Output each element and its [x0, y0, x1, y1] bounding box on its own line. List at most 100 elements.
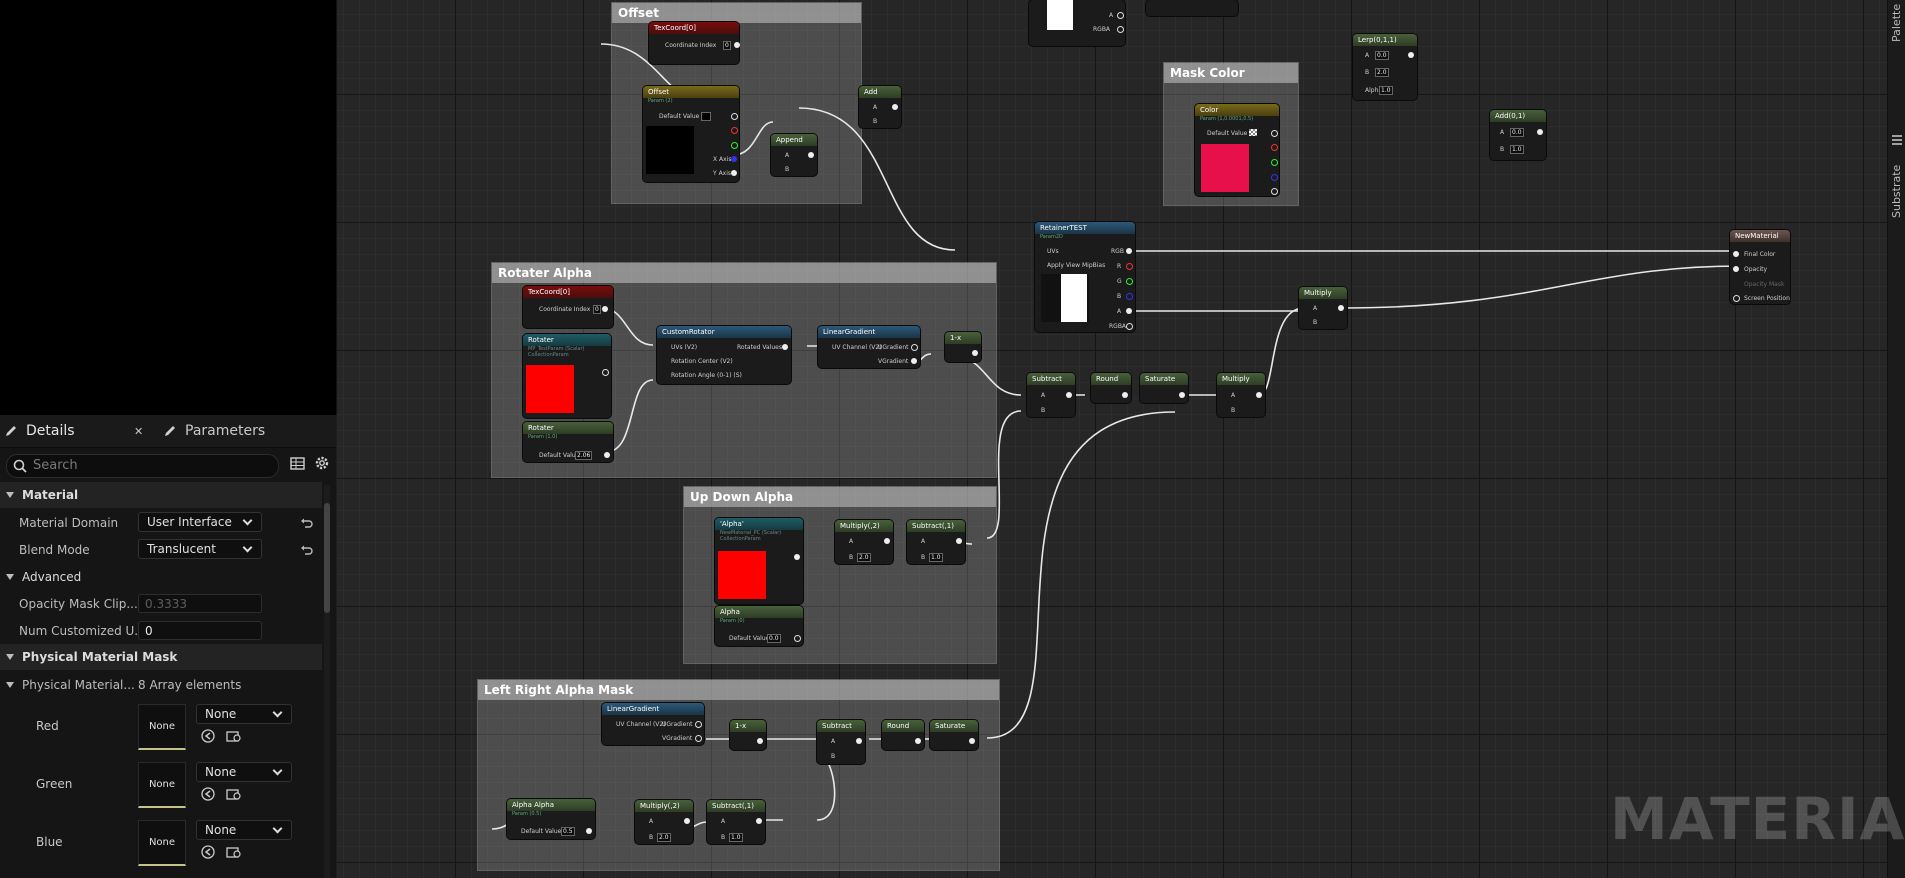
output-pin[interactable] [586, 828, 592, 834]
browse-folder-icon[interactable] [226, 845, 241, 859]
material-domain-dropdown[interactable]: User Interface [138, 512, 262, 532]
output-pin[interactable] [972, 350, 978, 356]
value-field[interactable]: 0.0 [1510, 128, 1524, 137]
asset-thumbnail[interactable]: None [138, 820, 186, 866]
value-field[interactable]: 1.0 [729, 833, 743, 842]
gear-icon[interactable] [314, 455, 330, 471]
node-append[interactable]: Append A B [771, 134, 817, 176]
node-rotater-collection[interactable]: Rotater MP_TestParam (Scalar) Collection… [523, 334, 611, 418]
input-pin[interactable] [1733, 251, 1739, 257]
output-pin[interactable] [695, 735, 702, 742]
output-pin[interactable] [1271, 130, 1278, 137]
output-pin-a[interactable] [731, 170, 737, 176]
node-retainer-test[interactable]: RetainerTEST Param2D UVs Apply View MipB… [1035, 222, 1135, 332]
node-one-minus-2[interactable]: 1-x [730, 720, 766, 750]
reset-arrow-icon[interactable] [300, 517, 313, 528]
use-selected-icon[interactable] [201, 729, 215, 743]
value-field[interactable]: 2.0 [857, 553, 871, 562]
section-advanced[interactable]: Advanced [0, 563, 322, 590]
browse-folder-icon[interactable] [226, 729, 241, 743]
node-multiply-2[interactable]: Multiply A B [1217, 373, 1265, 417]
output-pin-r[interactable] [1126, 263, 1133, 270]
node-offset-param[interactable]: Offset Param (2) Default Value X Axis Y … [643, 86, 739, 182]
node-new-material[interactable]: NewMaterial Final Color Opacity Opacity … [1730, 230, 1790, 304]
input-pin[interactable] [1733, 295, 1740, 302]
output-pin[interactable] [1122, 392, 1128, 398]
node-lerp[interactable]: Lerp(0,1,1) A 0.0 B 2.0 Alpha 1.0 [1353, 34, 1417, 100]
tab-parameters[interactable]: Parameters [163, 415, 265, 447]
table-view-icon[interactable] [290, 456, 305, 471]
coordinate-index-field[interactable]: 0 [723, 41, 731, 50]
output-pin[interactable] [695, 721, 702, 728]
node-custom-rotator[interactable]: CustomRotator UVs (V2) Rotation Center (… [657, 326, 791, 384]
output-pin[interactable] [911, 358, 917, 364]
browse-folder-icon[interactable] [226, 787, 241, 801]
node-saturate[interactable]: Saturate [1140, 373, 1188, 403]
material-graph-canvas[interactable]: Offset Mask Color Rotater Alpha Up Down … [337, 0, 1905, 878]
output-pin[interactable] [756, 818, 762, 824]
asset-dropdown[interactable]: None [196, 820, 292, 840]
output-pin[interactable] [808, 152, 814, 158]
node-multiply-3[interactable]: Multiply(,2) A B 2.0 [835, 520, 893, 564]
preview-viewport[interactable] [0, 0, 337, 415]
value-field[interactable]: 0.0 [1375, 51, 1389, 60]
output-pin-g[interactable] [1271, 159, 1278, 166]
output-pin[interactable] [915, 738, 921, 744]
output-pin[interactable] [1117, 26, 1124, 33]
color-swatch[interactable] [701, 112, 711, 121]
value-field[interactable]: 1.0 [1510, 145, 1524, 154]
output-pin[interactable] [794, 554, 800, 560]
node-top-right[interactable] [1146, 0, 1238, 16]
node-round[interactable]: Round [1091, 373, 1131, 403]
num-customized-uv-field[interactable]: 0 [138, 621, 262, 640]
tab-palette[interactable]: Palette [1890, 4, 1903, 42]
input-pin[interactable] [1733, 266, 1739, 272]
output-pin[interactable] [734, 42, 740, 48]
section-physical-material-mask[interactable]: Physical Material Mask [0, 644, 322, 670]
search-input[interactable]: Search [6, 454, 279, 478]
output-pin-b[interactable] [1126, 293, 1133, 300]
close-icon[interactable]: ✕ [134, 415, 143, 447]
node-subtract-4[interactable]: Subtract(,1) A B 1.0 [707, 800, 765, 844]
output-pin-r[interactable] [1271, 144, 1278, 151]
node-multiply[interactable]: Multiply A B [1299, 287, 1347, 329]
output-pin[interactable] [794, 635, 801, 642]
output-pin-b[interactable] [1271, 174, 1278, 181]
asset-thumbnail[interactable]: None [138, 704, 186, 750]
node-alpha-alpha-param[interactable]: Alpha Alpha Param (0.5) Default Value 0.… [507, 799, 595, 839]
value-field[interactable]: 1.0 [1379, 86, 1393, 95]
output-pin[interactable] [969, 738, 975, 744]
prop-physical-material[interactable]: Physical Material... 8 Array elements [0, 671, 322, 698]
node-one-minus[interactable]: 1-x [945, 332, 981, 362]
node-color-param[interactable]: Color Param (1,0.0001,0.5) Default Value [1195, 104, 1279, 196]
blend-mode-dropdown[interactable]: Translucent [138, 539, 262, 559]
value-field[interactable]: 2.0 [657, 833, 671, 842]
value-field[interactable]: 1.0 [929, 553, 943, 562]
value-field[interactable]: 0.5 [561, 827, 575, 836]
tab-details[interactable]: Details [4, 415, 75, 447]
output-pin-g[interactable] [731, 142, 738, 149]
node-texcoord-2[interactable]: TexCoord[0] Coordinate Index 0 [523, 286, 613, 328]
output-pin[interactable] [1256, 392, 1262, 398]
output-pin[interactable] [602, 306, 608, 312]
output-pin-g[interactable] [1126, 278, 1133, 285]
output-pin[interactable] [684, 818, 690, 824]
node-texcoord[interactable]: TexCoord[0] Coordinate Index 0 [649, 22, 740, 64]
tab-substrate[interactable]: Substrate [1890, 165, 1903, 218]
use-selected-icon[interactable] [201, 845, 215, 859]
output-pin[interactable] [604, 452, 610, 458]
node-multiply-4[interactable]: Multiply(,2) A B 2.0 [635, 800, 693, 844]
output-pin[interactable] [1338, 305, 1344, 311]
output-pin[interactable] [602, 369, 609, 376]
output-pin[interactable] [731, 113, 738, 120]
output-pin[interactable] [1066, 392, 1072, 398]
value-field[interactable]: 2.0 [1375, 68, 1389, 77]
output-pin[interactable] [782, 344, 788, 350]
use-selected-icon[interactable] [201, 787, 215, 801]
asset-dropdown[interactable]: None [196, 762, 292, 782]
output-pin[interactable] [892, 104, 898, 110]
output-pin-b[interactable] [731, 156, 737, 162]
value-field[interactable]: 0.0 [767, 634, 781, 643]
node-subtract-2[interactable]: Subtract(,1) A B 1.0 [907, 520, 965, 564]
output-pin[interactable] [757, 738, 763, 744]
